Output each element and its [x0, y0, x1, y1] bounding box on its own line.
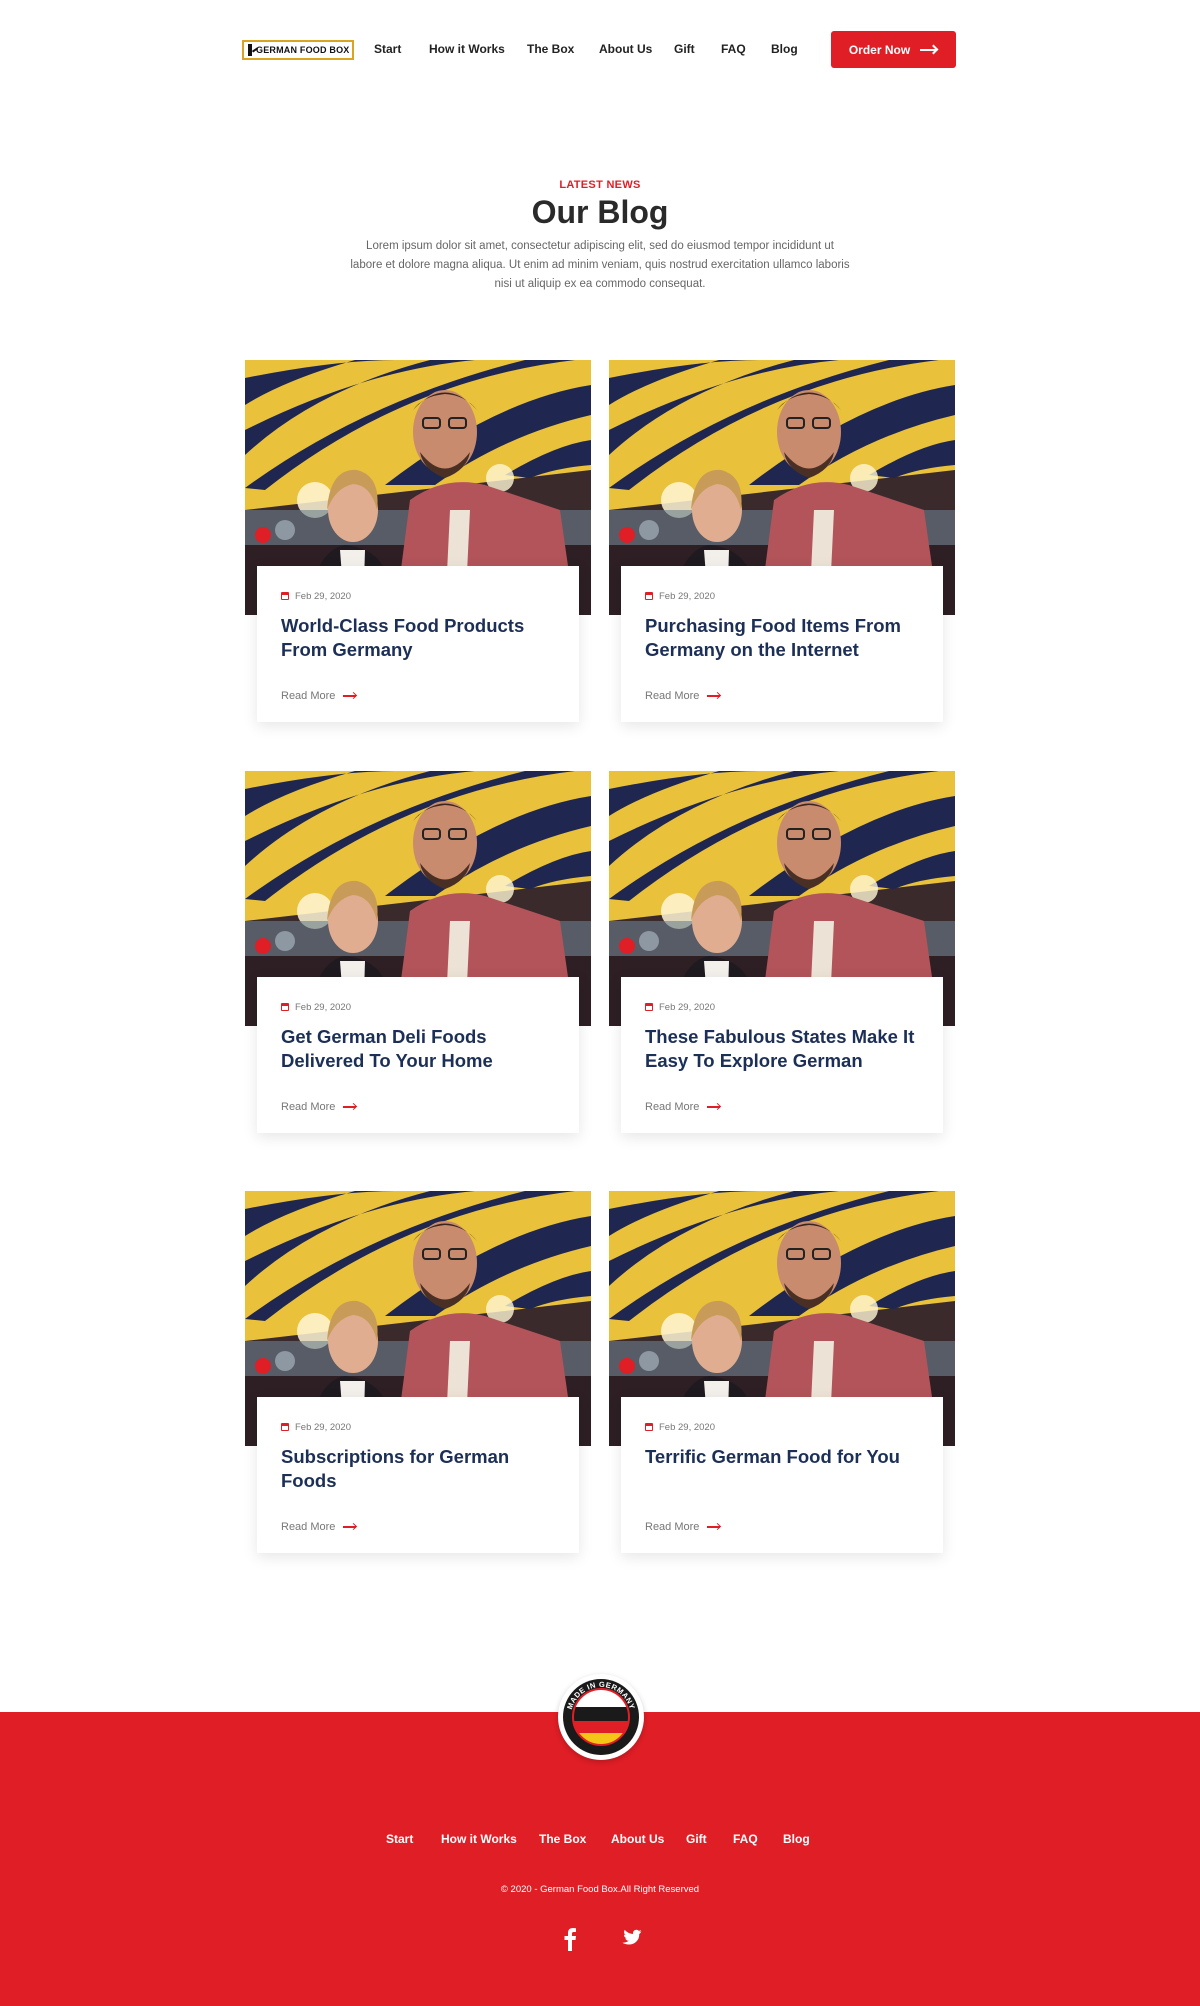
- post-date-text: Feb 29, 2020: [295, 1421, 351, 1433]
- post-title[interactable]: World-Class Food Products From Germany: [281, 614, 555, 662]
- nav-link-the-box[interactable]: The Box: [527, 42, 574, 56]
- main-nav: Start How it Works The Box About Us Gift…: [0, 42, 1200, 58]
- read-more-label: Read More: [281, 1521, 336, 1533]
- post-title[interactable]: Terrific German Food for You: [645, 1445, 919, 1493]
- blog-card-body: Feb 29, 2020 Purchasing Food Items From …: [621, 566, 943, 722]
- post-date: Feb 29, 2020: [645, 590, 919, 602]
- copyright-text: © 2020 - German Food Box.All Right Reser…: [500, 1884, 700, 1895]
- post-date: Feb 29, 2020: [645, 1001, 919, 1013]
- blog-card-body: Feb 29, 2020 These Fabulous States Make …: [621, 977, 943, 1133]
- post-date-text: Feb 29, 2020: [659, 1001, 715, 1013]
- read-more-link[interactable]: Read More: [645, 1521, 722, 1533]
- blog-card[interactable]: Feb 29, 2020 Terrific German Food for Yo…: [609, 1191, 955, 1553]
- blog-card[interactable]: Feb 29, 2020 Purchasing Food Items From …: [609, 360, 955, 722]
- blog-card-body: Feb 29, 2020 World-Class Food Products F…: [257, 566, 579, 722]
- nav-link-start[interactable]: Start: [374, 42, 401, 56]
- arrow-right-icon: [707, 1522, 722, 1531]
- calendar-icon: [281, 592, 289, 600]
- calendar-icon: [645, 592, 653, 600]
- read-more-label: Read More: [645, 690, 700, 702]
- calendar-icon: [281, 1003, 289, 1011]
- nav-link-about-us[interactable]: About Us: [599, 42, 652, 56]
- arrow-right-icon: [707, 1102, 722, 1111]
- read-more-link[interactable]: Read More: [281, 690, 358, 702]
- post-date: Feb 29, 2020: [281, 1421, 555, 1433]
- site-header: GERMAN FOOD BOX Start How it Works The B…: [0, 0, 1200, 100]
- calendar-icon: [645, 1423, 653, 1431]
- post-date: Feb 29, 2020: [281, 1001, 555, 1013]
- footer-link-how-it-works[interactable]: How it Works: [441, 1832, 517, 1846]
- post-date-text: Feb 29, 2020: [295, 1001, 351, 1013]
- post-date: Feb 29, 2020: [645, 1421, 919, 1433]
- calendar-icon: [645, 1003, 653, 1011]
- arrow-right-icon: [343, 1522, 358, 1531]
- arrow-right-icon: [707, 691, 722, 700]
- blog-card[interactable]: Feb 29, 2020 World-Class Food Products F…: [245, 360, 591, 722]
- read-more-link[interactable]: Read More: [645, 1101, 722, 1113]
- post-date-text: Feb 29, 2020: [295, 590, 351, 602]
- blog-card[interactable]: Feb 29, 2020 Get German Deli Foods Deliv…: [245, 771, 591, 1133]
- calendar-icon: [281, 1423, 289, 1431]
- blog-card[interactable]: Feb 29, 2020 Subscriptions for German Fo…: [245, 1191, 591, 1553]
- made-in-germany-seal-icon: MADE IN GERMANY: [563, 1679, 639, 1755]
- nav-link-gift[interactable]: Gift: [674, 42, 695, 56]
- blog-card[interactable]: Feb 29, 2020 These Fabulous States Make …: [609, 771, 955, 1133]
- post-title[interactable]: These Fabulous States Make It Easy To Ex…: [645, 1025, 919, 1073]
- read-more-label: Read More: [281, 1101, 336, 1113]
- page-title: Our Blog: [531, 194, 669, 230]
- footer-link-the-box[interactable]: The Box: [539, 1832, 586, 1846]
- twitter-icon[interactable]: [617, 1926, 643, 1952]
- footer-link-blog[interactable]: Blog: [783, 1832, 810, 1846]
- post-date-text: Feb 29, 2020: [659, 1421, 715, 1433]
- blog-card-body: Feb 29, 2020 Terrific German Food for Yo…: [621, 1397, 943, 1553]
- facebook-icon[interactable]: [557, 1926, 583, 1952]
- blog-card-body: Feb 29, 2020 Get German Deli Foods Deliv…: [257, 977, 579, 1133]
- post-title[interactable]: Get German Deli Foods Delivered To Your …: [281, 1025, 555, 1073]
- section-intro: Lorem ipsum dolor sit amet, consectetur …: [350, 240, 850, 290]
- arrow-right-icon: [343, 1102, 358, 1111]
- order-now-button[interactable]: Order Now: [831, 31, 956, 68]
- footer-link-faq[interactable]: FAQ: [733, 1832, 758, 1846]
- post-title[interactable]: Purchasing Food Items From Germany on th…: [645, 614, 919, 662]
- section-eyebrow: LATEST NEWS: [559, 179, 641, 191]
- nav-link-blog[interactable]: Blog: [771, 42, 798, 56]
- blog-card-body: Feb 29, 2020 Subscriptions for German Fo…: [257, 1397, 579, 1553]
- footer-link-about-us[interactable]: About Us: [611, 1832, 664, 1846]
- footer-link-start[interactable]: Start: [386, 1832, 413, 1846]
- arrow-right-icon: [343, 691, 358, 700]
- footer-nav: Start How it Works The Box About Us Gift…: [0, 1832, 1200, 1848]
- post-title[interactable]: Subscriptions for German Foods: [281, 1445, 555, 1493]
- read-more-link[interactable]: Read More: [281, 1521, 358, 1533]
- read-more-link[interactable]: Read More: [281, 1101, 358, 1113]
- nav-link-faq[interactable]: FAQ: [721, 42, 746, 56]
- post-date: Feb 29, 2020: [281, 590, 555, 602]
- arrow-right-icon: [920, 44, 939, 55]
- read-more-label: Read More: [645, 1101, 700, 1113]
- footer-link-gift[interactable]: Gift: [686, 1832, 707, 1846]
- post-date-text: Feb 29, 2020: [659, 590, 715, 602]
- nav-link-how-it-works[interactable]: How it Works: [429, 42, 505, 56]
- read-more-label: Read More: [645, 1521, 700, 1533]
- order-now-label: Order Now: [848, 42, 911, 57]
- read-more-link[interactable]: Read More: [645, 690, 722, 702]
- read-more-label: Read More: [281, 690, 336, 702]
- made-in-germany-badge: MADE IN GERMANY: [558, 1674, 644, 1760]
